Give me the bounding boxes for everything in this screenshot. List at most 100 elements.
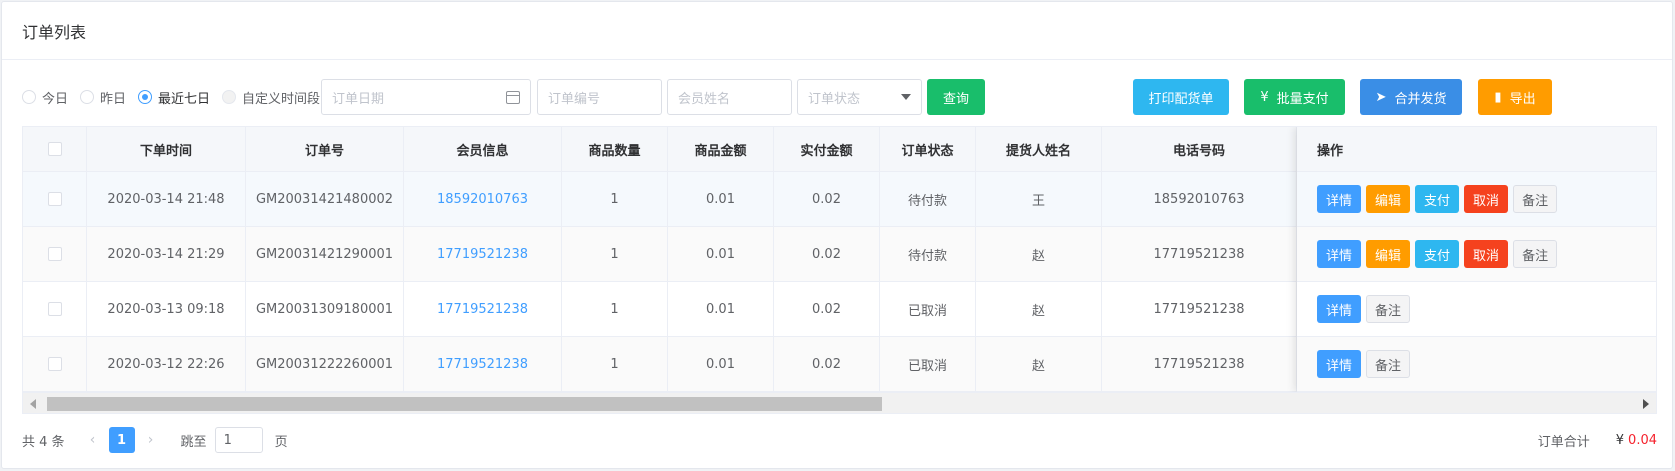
member-link[interactable]: 17719521238: [404, 227, 562, 282]
row-checkbox[interactable]: [47, 302, 62, 316]
col-amount: 商品金额: [668, 127, 774, 172]
order-number-placeholder: 订单编号: [548, 91, 601, 107]
caret-down-icon: [901, 94, 911, 100]
radio-circle-icon: [22, 90, 36, 104]
order-status-placeholder: 订单状态: [808, 91, 861, 107]
qty: 1: [562, 227, 668, 282]
order-summary: 订单合计 ¥ 0.04: [1538, 426, 1657, 454]
horizontal-scrollbar[interactable]: [23, 392, 1656, 413]
detail-button[interactable]: 详情: [1317, 240, 1362, 268]
member-name-placeholder: 会员姓名: [678, 91, 731, 107]
detail-button[interactable]: 详情: [1317, 350, 1362, 378]
row-checkbox[interactable]: [47, 247, 62, 261]
order-no: GM20031222260001: [246, 337, 404, 392]
member-name-input[interactable]: 会员姓名: [667, 79, 792, 115]
scrollbar-thumb[interactable]: [47, 397, 882, 411]
merge-ship-button[interactable]: ➤ 合并发货: [1360, 79, 1462, 115]
filter-toolbar: 今日 昨日 最近七日 自定义时间段 订单日期 订单编号 会员姓名 订单状态 查询…: [2, 79, 1672, 115]
page-title: 订单列表: [22, 22, 87, 42]
summary-label: 订单合计: [1537, 434, 1590, 450]
cancel-order-button[interactable]: 取消: [1464, 185, 1509, 213]
pay-button[interactable]: 支付: [1415, 185, 1460, 213]
total-count: 共 4 条: [22, 434, 65, 450]
member-link[interactable]: 17719521238: [404, 337, 562, 392]
radio-last-seven-days[interactable]: 最近七日: [138, 88, 210, 107]
note-button[interactable]: 备注: [1366, 295, 1411, 323]
edit-button[interactable]: 编辑: [1366, 185, 1411, 213]
note-button[interactable]: 备注: [1513, 240, 1558, 268]
page-unit-label: 页: [274, 434, 288, 450]
paid: 0.02: [774, 337, 880, 392]
chevron-right-icon[interactable]: ›: [141, 432, 161, 448]
row-checkbox[interactable]: [47, 357, 62, 371]
picker: 赵: [976, 337, 1102, 392]
radio-yesterday[interactable]: 昨日: [80, 88, 126, 107]
order-number-input[interactable]: 订单编号: [537, 79, 662, 115]
row-actions: 详情 编辑 支付 取消 备注: [1297, 227, 1656, 282]
col-order-time: 下单时间: [87, 127, 246, 172]
date-range-radio-group: 今日 昨日 最近七日 自定义时间段: [22, 79, 332, 115]
paid: 0.02: [774, 227, 880, 282]
order-date-placeholder: 订单日期: [332, 91, 385, 107]
order-status-select[interactable]: 订单状态: [797, 79, 922, 115]
detail-button[interactable]: 详情: [1317, 185, 1362, 213]
picker: 赵: [976, 227, 1102, 282]
print-picking-list-button[interactable]: 打印配货单: [1133, 79, 1229, 115]
col-picker: 提货人姓名: [976, 127, 1102, 172]
member-link[interactable]: 18592010763: [404, 172, 562, 227]
phone: 17719521238: [1102, 227, 1297, 282]
jump-label: 跳至: [180, 434, 207, 450]
phone: 17719521238: [1102, 337, 1297, 392]
pay-button[interactable]: 支付: [1415, 240, 1460, 268]
paid: 0.02: [774, 172, 880, 227]
status: 已取消: [880, 282, 976, 337]
order-list-panel: 订单列表 今日 昨日 最近七日 自定义时间段 订单日期 订单编号 会员姓名 订单…: [1, 1, 1673, 469]
phone: 18592010763: [1102, 172, 1297, 227]
detail-button[interactable]: 详情: [1317, 295, 1362, 323]
pagination: 共 4 条 ‹ 1 › 跳至 1 页: [22, 426, 288, 454]
col-paid: 实付金额: [774, 127, 880, 172]
chevron-left-icon[interactable]: ‹: [83, 432, 103, 448]
col-member: 会员信息: [404, 127, 562, 172]
jump-page-input[interactable]: 1: [214, 427, 263, 453]
status: 待付款: [880, 172, 976, 227]
order-no: GM20031421480002: [246, 172, 404, 227]
currency-symbol: ¥: [1615, 432, 1625, 448]
query-button[interactable]: 查询: [927, 79, 985, 115]
yen-icon: ¥: [1260, 89, 1269, 105]
page-number-current[interactable]: 1: [108, 427, 135, 453]
status: 已取消: [880, 337, 976, 392]
select-all-checkbox[interactable]: [47, 142, 62, 156]
note-button[interactable]: 备注: [1366, 350, 1411, 378]
cancel-order-button[interactable]: 取消: [1464, 240, 1509, 268]
send-arrow-icon: ➤: [1375, 89, 1387, 105]
row-actions: 详情 备注: [1297, 337, 1656, 392]
row-checkbox[interactable]: [47, 192, 62, 206]
scroll-right-arrow-icon[interactable]: [1643, 399, 1649, 409]
amount: 0.01: [668, 337, 774, 392]
order-time: 2020-03-12 22:26: [87, 337, 246, 392]
paid: 0.02: [774, 282, 880, 337]
scroll-left-arrow-icon[interactable]: [30, 399, 36, 409]
member-link[interactable]: 17719521238: [404, 282, 562, 337]
note-button[interactable]: 备注: [1513, 185, 1558, 213]
select-all-cell: [23, 127, 87, 172]
row-actions: 详情 备注: [1297, 282, 1656, 337]
col-qty: 商品数量: [562, 127, 668, 172]
radio-custom-range[interactable]: 自定义时间段: [222, 88, 320, 107]
radio-today[interactable]: 今日: [22, 88, 68, 107]
qty: 1: [562, 172, 668, 227]
amount: 0.01: [668, 227, 774, 282]
summary-amount: 0.04: [1628, 432, 1657, 448]
order-date-picker[interactable]: 订单日期: [321, 79, 531, 115]
orders-table: 下单时间 订单号 会员信息 商品数量 商品金额 实付金额 订单状态 提货人姓名 …: [22, 126, 1657, 414]
picker: 赵: [976, 282, 1102, 337]
row-actions: 详情 编辑 支付 取消 备注: [1297, 172, 1656, 227]
edit-button[interactable]: 编辑: [1366, 240, 1411, 268]
export-button[interactable]: ▮ 导出: [1478, 79, 1552, 115]
order-no: GM20031421290001: [246, 227, 404, 282]
order-no: GM20031309180001: [246, 282, 404, 337]
amount: 0.01: [668, 172, 774, 227]
qty: 1: [562, 282, 668, 337]
batch-pay-button[interactable]: ¥ 批量支付: [1244, 79, 1345, 115]
